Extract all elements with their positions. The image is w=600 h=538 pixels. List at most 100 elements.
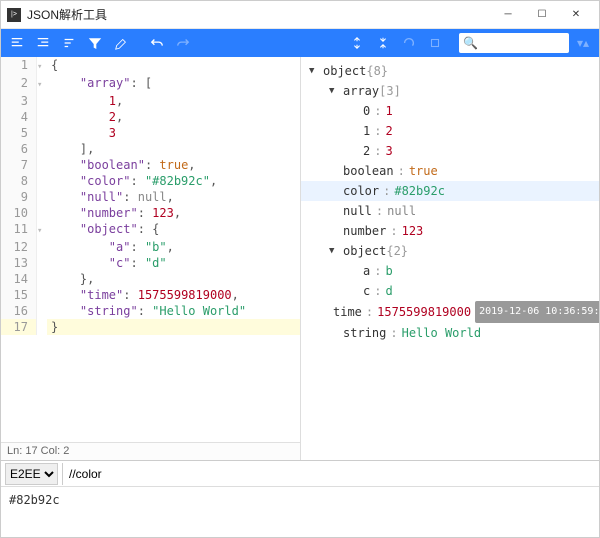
minimize-button[interactable]: ─ [491, 2, 525, 28]
tree-row[interactable]: 2:3 [301, 141, 599, 161]
tree-row[interactable]: 0:1 [301, 101, 599, 121]
code-content[interactable]: } [47, 319, 300, 335]
query-panel: E2EE #82b92c [1, 460, 599, 537]
tree-key: 1 [363, 121, 370, 141]
fold-toggle [37, 255, 47, 271]
tree-key: string [343, 323, 386, 343]
line-number: 17 [1, 319, 37, 335]
query-row: E2EE [1, 461, 599, 487]
code-content[interactable]: }, [47, 271, 300, 287]
search-icon: 🔍 [463, 36, 478, 50]
line-number: 5 [1, 125, 37, 141]
code-content[interactable]: 3 [47, 125, 300, 141]
code-line[interactable]: 12 "a": "b", [1, 239, 300, 255]
line-number: 10 [1, 205, 37, 221]
code-line[interactable]: 11▾ "object": { [1, 221, 300, 239]
code-content[interactable]: 1, [47, 93, 300, 109]
undo-icon[interactable] [145, 32, 169, 54]
code-content[interactable]: "boolean": true, [47, 157, 300, 173]
code-content[interactable]: "color": "#82b92c", [47, 173, 300, 189]
fold-toggle[interactable]: ▾ [37, 57, 47, 75]
tree-row[interactable]: ▼object {8} [301, 61, 599, 81]
code-content[interactable]: ], [47, 141, 300, 157]
code-line[interactable]: 16 "string": "Hello World" [1, 303, 300, 319]
tree-key: object [323, 61, 366, 81]
fold-toggle[interactable]: ▾ [37, 221, 47, 239]
search-input[interactable] [481, 37, 565, 49]
close-button[interactable]: ✕ [559, 2, 593, 28]
code-content[interactable]: { [47, 57, 300, 75]
tree-row[interactable]: a:b [301, 261, 599, 281]
main-split: 1▾{2▾ "array": [3 1,4 2,5 36 ],7 "boolea… [1, 57, 599, 460]
code-content[interactable]: "string": "Hello World" [47, 303, 300, 319]
tree-row[interactable]: color:#82b92c [301, 181, 599, 201]
code-content[interactable]: "object": { [47, 221, 300, 239]
window-title: JSON解析工具 [27, 6, 491, 23]
settings-icon[interactable] [109, 32, 133, 54]
code-content[interactable]: "a": "b", [47, 239, 300, 255]
code-line[interactable]: 9 "null": null, [1, 189, 300, 205]
fold-toggle [37, 303, 47, 319]
code-line[interactable]: 1▾{ [1, 57, 300, 75]
copy-icon[interactable] [423, 32, 447, 54]
tree-meta: [3] [379, 81, 401, 101]
sort-icon[interactable] [57, 32, 81, 54]
tree-row[interactable]: time:15755998190002019-12-06 10:36:59:00 [301, 301, 599, 323]
query-mode-select[interactable]: E2EE [5, 463, 58, 485]
fold-toggle [37, 271, 47, 287]
code-line[interactable]: 2▾ "array": [ [1, 75, 300, 93]
maximize-button[interactable]: ☐ [525, 2, 559, 28]
line-number: 6 [1, 141, 37, 157]
line-number: 2 [1, 75, 37, 93]
tree-row[interactable]: number:123 [301, 221, 599, 241]
tree-row[interactable]: 1:2 [301, 121, 599, 141]
fold-toggle [37, 141, 47, 157]
tree-value: null [387, 201, 416, 221]
tree-row[interactable]: boolean:true [301, 161, 599, 181]
line-number: 3 [1, 93, 37, 109]
code-line[interactable]: 10 "number": 123, [1, 205, 300, 221]
code-line[interactable]: 8 "color": "#82b92c", [1, 173, 300, 189]
tree-key: c [363, 281, 370, 301]
code-content[interactable]: "c": "d" [47, 255, 300, 271]
code-content[interactable]: "array": [ [47, 75, 300, 93]
code-content[interactable]: 2, [47, 109, 300, 125]
tree-row[interactable]: ▼array [3] [301, 81, 599, 101]
tree-key: object [343, 241, 386, 261]
code-line[interactable]: 17} [1, 319, 300, 335]
collapse-icon[interactable] [345, 32, 369, 54]
tree-key: color [343, 181, 379, 201]
code-content[interactable]: "null": null, [47, 189, 300, 205]
expand-icon[interactable] [371, 32, 395, 54]
code-line[interactable]: 15 "time": 1575599819000, [1, 287, 300, 303]
code-line[interactable]: 7 "boolean": true, [1, 157, 300, 173]
redo-icon[interactable] [171, 32, 195, 54]
code-line[interactable]: 14 }, [1, 271, 300, 287]
code-content[interactable]: "time": 1575599819000, [47, 287, 300, 303]
query-path-input[interactable] [62, 463, 599, 485]
code-line[interactable]: 6 ], [1, 141, 300, 157]
refresh-icon[interactable] [397, 32, 421, 54]
indent-left-icon[interactable] [5, 32, 29, 54]
tree-value: Hello World [402, 323, 481, 343]
filter-icon[interactable] [83, 32, 107, 54]
code-editor[interactable]: 1▾{2▾ "array": [3 1,4 2,5 36 ],7 "boolea… [1, 57, 300, 442]
dropdown-icon[interactable]: ▾▴ [571, 32, 595, 54]
code-content[interactable]: "number": 123, [47, 205, 300, 221]
search-box[interactable]: 🔍 [459, 33, 569, 53]
tree-toggle-icon[interactable]: ▼ [329, 81, 339, 101]
indent-right-icon[interactable] [31, 32, 55, 54]
tree-row[interactable]: string:Hello World [301, 323, 599, 343]
tree-row[interactable]: ▼object {2} [301, 241, 599, 261]
fold-toggle[interactable]: ▾ [37, 75, 47, 93]
code-line[interactable]: 5 3 [1, 125, 300, 141]
tree-toggle-icon[interactable]: ▼ [309, 61, 319, 81]
fold-toggle [37, 287, 47, 303]
code-line[interactable]: 3 1, [1, 93, 300, 109]
tree-row[interactable]: c:d [301, 281, 599, 301]
tree-view-pane[interactable]: ▼object {8}▼array [3]0:11:22:3boolean:tr… [301, 57, 599, 460]
code-line[interactable]: 13 "c": "d" [1, 255, 300, 271]
code-line[interactable]: 4 2, [1, 109, 300, 125]
tree-toggle-icon[interactable]: ▼ [329, 241, 339, 261]
tree-row[interactable]: null:null [301, 201, 599, 221]
